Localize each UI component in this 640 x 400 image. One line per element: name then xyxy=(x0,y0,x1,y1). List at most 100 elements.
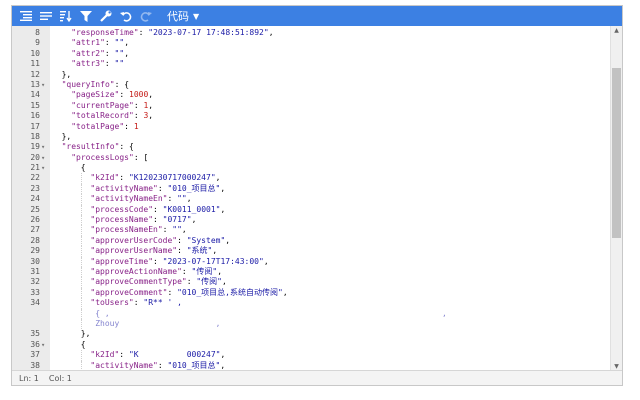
line-content: "responseTime": "2023-07-17 17:48:51:892… xyxy=(71,28,274,37)
line-content: "totalPage": 1 xyxy=(71,121,139,131)
line-content: { xyxy=(80,163,86,173)
code-line: 11 "attr3": "" xyxy=(12,59,610,69)
code-line: 28 "approverUserCode": "System", xyxy=(12,235,610,247)
undo-icon[interactable] xyxy=(117,7,135,25)
indent-guide xyxy=(80,277,82,288)
fold-toggle-icon[interactable]: ▾ xyxy=(40,153,50,163)
cursor-column: Col: 1 xyxy=(48,373,72,383)
cursor-line: Ln: 1 xyxy=(19,373,39,383)
line-content: { , , xyxy=(95,308,447,318)
chevron-down-icon: ▼ xyxy=(193,11,200,21)
line-content: "pageSize": 1000, xyxy=(71,90,154,100)
line-content: "approverUserCode": "System", xyxy=(90,235,231,245)
code-area[interactable]: 8 "responseTime": "2023-07-17 17:48:51:89… xyxy=(12,26,622,371)
line-content: "attr2": "", xyxy=(71,48,130,58)
line-number: 24 xyxy=(30,194,40,204)
scroll-up-icon[interactable]: ▲ xyxy=(612,26,621,35)
code-line: 13 ▾ "queryInfo": { xyxy=(12,80,610,90)
line-number: 29 xyxy=(30,246,40,256)
code-line: Zhouy , xyxy=(12,318,610,330)
line-content: "activityNameEn": "", xyxy=(90,194,192,204)
code-line: 21 ▾ { xyxy=(12,163,610,173)
indent-guide xyxy=(80,215,82,226)
line-content: "k2Id": "K120230717000247", xyxy=(90,173,221,183)
indent-guide xyxy=(80,235,82,247)
line-number xyxy=(12,319,40,329)
line-content: "processCode": "K0011_0001", xyxy=(90,204,226,214)
line-number xyxy=(12,309,40,319)
line-number: 35 xyxy=(30,329,40,339)
compact-icon[interactable] xyxy=(37,7,55,25)
line-number: 8 xyxy=(35,28,40,37)
redo-icon[interactable] xyxy=(137,7,155,25)
line-number: 33 xyxy=(30,287,40,297)
code-line: 27 "processNameEn": "", xyxy=(12,225,610,236)
line-content: "currentPage": 1, xyxy=(71,100,154,110)
line-content: "totalRecord": 3, xyxy=(71,111,154,121)
mode-dropdown[interactable]: 代码 ▼ xyxy=(167,8,199,24)
code-line: 23 "activityName": "010_项目总", xyxy=(12,183,610,195)
indent-guide xyxy=(80,298,82,309)
code-line: 14 "pageSize": 1000, xyxy=(12,90,610,100)
code-line: 8 "responseTime": "2023-07-17 17:48:51:89… xyxy=(12,28,610,38)
line-number: 30 xyxy=(30,256,40,266)
line-number: 17 xyxy=(30,121,40,131)
line-number: 37 xyxy=(30,350,40,360)
indent-guide xyxy=(80,318,82,330)
line-content: "queryInfo": { xyxy=(61,79,130,89)
status-bar: Ln: 1 Col: 1 xyxy=(12,370,622,385)
fold-toggle-icon[interactable]: ▾ xyxy=(40,80,50,90)
line-content: "approveActionName": "传阅", xyxy=(90,266,223,276)
code-line: 17 "totalPage": 1 xyxy=(12,122,610,132)
sort-icon[interactable] xyxy=(57,7,75,25)
line-number: 27 xyxy=(30,225,40,235)
filter-icon[interactable] xyxy=(77,7,95,25)
line-content: "approveTime": "2023-07-17T17:43:00", xyxy=(90,256,269,266)
line-content: "activityName": "010_项目总", xyxy=(90,183,226,193)
line-number: 22 xyxy=(30,173,40,183)
code-line: 19 ▾ "resultInfo": { xyxy=(12,142,610,152)
line-content: "processLogs": [ xyxy=(71,152,149,162)
line-number: 13 xyxy=(30,79,40,89)
line-content: }, xyxy=(61,69,72,79)
line-number: 18 xyxy=(30,131,40,141)
code-line: 30 "approveTime": "2023-07-17T17:43:00", xyxy=(12,256,610,267)
line-number: 9 xyxy=(35,38,40,48)
repair-icon[interactable] xyxy=(97,7,115,25)
line-content: }, xyxy=(80,329,91,339)
indent-guide xyxy=(80,194,82,205)
format-icon[interactable] xyxy=(17,7,35,25)
scrollbar-thumb[interactable] xyxy=(612,68,621,238)
line-content: "toUsers": "R** ' , xyxy=(90,298,182,308)
code-line: 35}, xyxy=(12,329,610,339)
fold-toggle-icon[interactable]: ▾ xyxy=(40,340,50,350)
fold-toggle-icon[interactable]: ▾ xyxy=(40,142,50,152)
vertical-scrollbar[interactable]: ▲ ▼ xyxy=(610,26,622,371)
fold-toggle-icon[interactable]: ▾ xyxy=(40,163,50,173)
line-content: "approverUserName": "系统", xyxy=(90,246,218,256)
line-content: { xyxy=(80,339,86,349)
line-number: 15 xyxy=(30,100,40,110)
line-number: 12 xyxy=(30,69,40,79)
line-number: 19 xyxy=(30,142,40,152)
line-number: 25 xyxy=(30,204,40,214)
line-content: "k2Id": "K 000247", xyxy=(90,350,226,360)
